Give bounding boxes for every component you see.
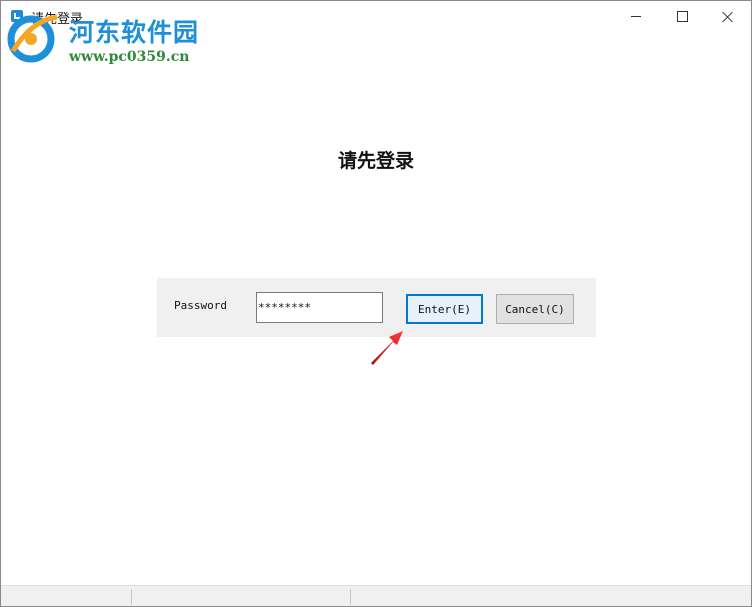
password-input[interactable] <box>256 292 383 323</box>
maximize-icon <box>676 11 688 22</box>
login-window: 请先登录 河东软件园 www.pc0359.cn 请先登录 Password E… <box>0 0 752 607</box>
status-divider <box>131 589 132 605</box>
close-icon <box>722 11 734 23</box>
cancel-button[interactable]: Cancel(C) <box>496 294 574 324</box>
password-label: Password <box>174 299 227 312</box>
minimize-icon <box>631 16 641 17</box>
site-watermark: 河东软件园 www.pc0359.cn <box>7 9 217 69</box>
watermark-logo-icon <box>7 14 58 63</box>
maximize-button[interactable] <box>659 1 705 32</box>
watermark-name: 河东软件园 <box>69 18 200 47</box>
page-title: 请先登录 <box>337 150 414 172</box>
annotation-arrow-icon <box>371 331 403 365</box>
status-divider <box>350 589 351 605</box>
watermark-url: www.pc0359.cn <box>69 49 190 65</box>
status-bar <box>1 585 751 606</box>
enter-button[interactable]: Enter(E) <box>406 294 483 324</box>
close-button[interactable] <box>705 1 751 32</box>
minimize-button[interactable] <box>613 1 659 32</box>
